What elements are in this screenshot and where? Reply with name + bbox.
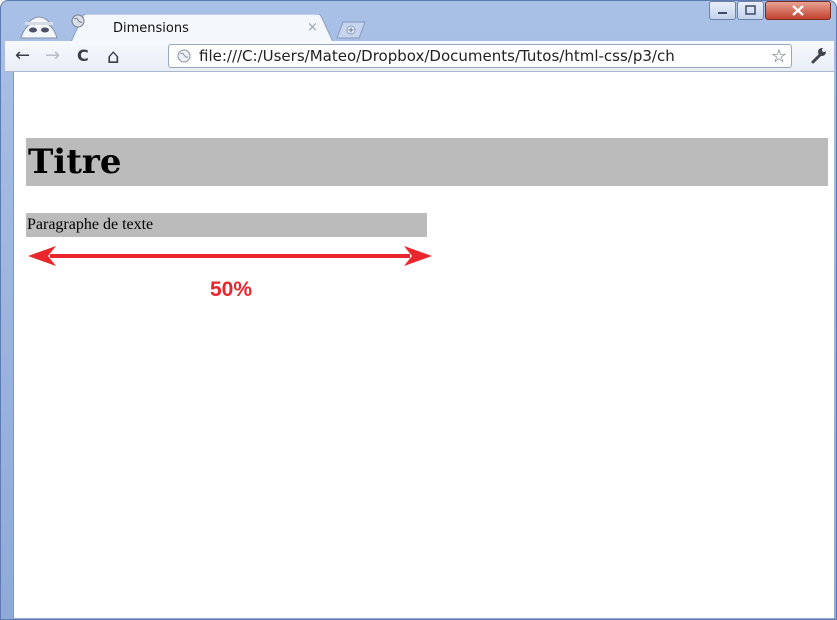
minimize-icon bbox=[718, 12, 727, 14]
tab-dimensions[interactable]: Dimensions × bbox=[71, 14, 333, 42]
toolbar: ← → C ⌂ file:///C:/Users/Mateo/Dropbox/D… bbox=[5, 41, 834, 72]
close-icon bbox=[792, 5, 804, 16]
globe-icon bbox=[71, 14, 85, 28]
width-annotation: 50% bbox=[210, 278, 253, 301]
close-window-button[interactable] bbox=[765, 1, 831, 20]
new-tab-icon[interactable] bbox=[335, 21, 367, 39]
tab-title: Dimensions bbox=[113, 21, 189, 36]
address-bar[interactable]: file:///C:/Users/Mateo/Dropbox/Documents… bbox=[168, 44, 792, 68]
page-content: Titre Paragraphe de texte 50% bbox=[13, 72, 834, 618]
double-arrow-icon bbox=[28, 246, 432, 266]
tab-close-button[interactable]: × bbox=[307, 20, 318, 35]
maximize-icon bbox=[745, 5, 756, 15]
title-bar: Dimensions × bbox=[1, 1, 836, 42]
incognito-icon bbox=[20, 16, 58, 39]
browser-window: Dimensions × ← → C ⌂ file:///C:/Users/Ma… bbox=[0, 0, 837, 620]
reload-button[interactable]: C bbox=[77, 48, 89, 64]
forward-button[interactable]: → bbox=[45, 47, 60, 65]
home-button[interactable]: ⌂ bbox=[107, 46, 120, 66]
wrench-icon[interactable] bbox=[809, 45, 829, 65]
star-icon[interactable]: ☆ bbox=[771, 46, 787, 67]
back-button[interactable]: ← bbox=[15, 47, 30, 65]
maximize-button[interactable] bbox=[737, 1, 764, 20]
url-text: file:///C:/Users/Mateo/Dropbox/Documents… bbox=[199, 47, 675, 65]
page-paragraph: Paragraphe de texte bbox=[26, 213, 427, 237]
minimize-button[interactable] bbox=[709, 1, 736, 20]
globe-icon bbox=[177, 49, 191, 63]
page-heading: Titre bbox=[26, 138, 828, 186]
